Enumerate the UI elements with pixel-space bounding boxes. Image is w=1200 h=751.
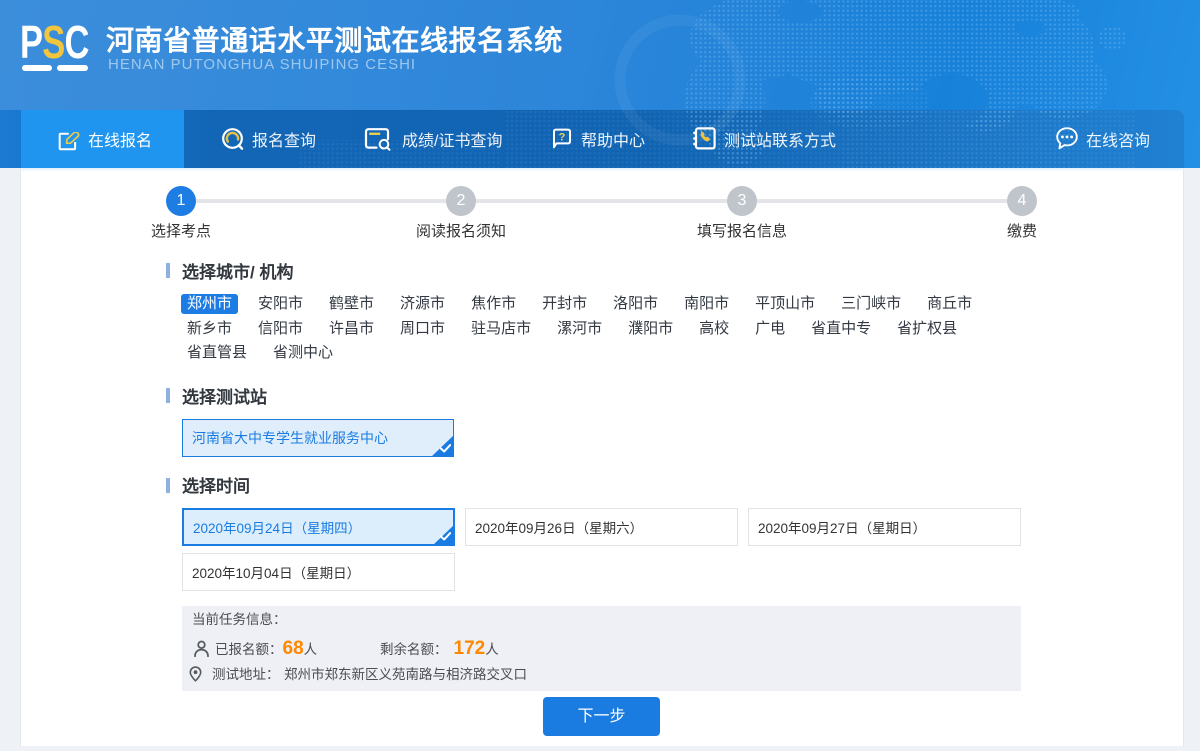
svg-text:?: ? [559, 131, 566, 143]
